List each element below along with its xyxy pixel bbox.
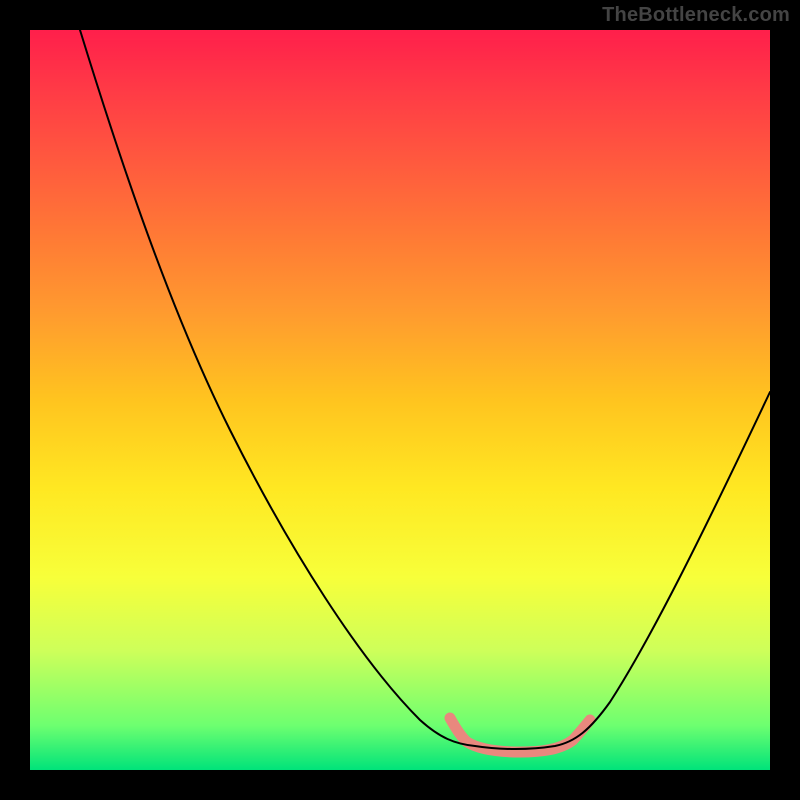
plot-gradient-area — [30, 30, 770, 770]
watermark-text: TheBottleneck.com — [602, 4, 790, 27]
accent-valley-floor — [450, 718, 590, 752]
chart-frame: TheBottleneck.com — [0, 0, 800, 800]
curve-svg — [30, 30, 770, 770]
bottleneck-curve — [80, 30, 770, 749]
